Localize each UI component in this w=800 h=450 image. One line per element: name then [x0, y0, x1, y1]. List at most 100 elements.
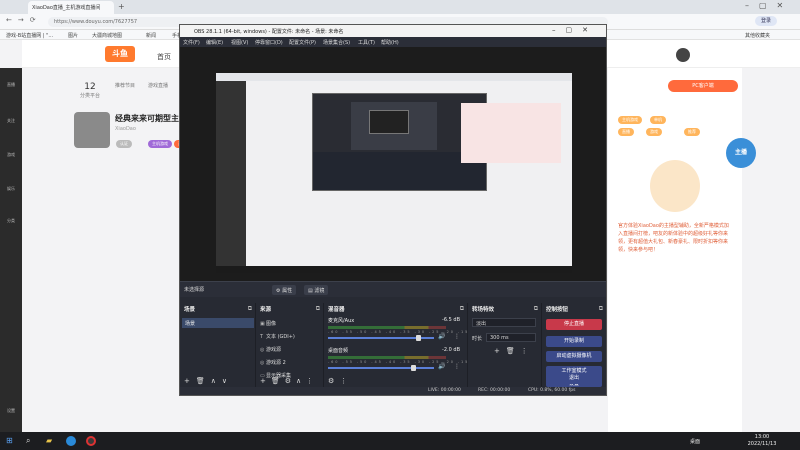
source-item[interactable]: ▣图像 [258, 318, 324, 328]
channel-db: -6.5 dB [442, 317, 460, 323]
undock-icon[interactable]: ⧉ [316, 305, 320, 313]
scene-item[interactable]: 场景 [182, 318, 254, 328]
side-item[interactable]: 娱乐 [2, 186, 20, 192]
rec-status: REC: 00:00:00 [478, 388, 511, 393]
menu-edit[interactable]: 编辑(E) [206, 39, 223, 46]
obs-taskbar-icon[interactable] [86, 436, 96, 446]
side-item[interactable]: 分类 [2, 218, 20, 224]
undock-icon[interactable]: ⧉ [248, 305, 252, 313]
transition-tools-icon[interactable]: +🗑⋮ [494, 347, 534, 355]
undock-icon[interactable]: ⧉ [599, 305, 603, 313]
mixer-channel: 桌面音频 -2.0 dB -60 -55 -50 -45 -40 -35 -30… [328, 347, 502, 377]
clock-date: 2022/11/13 [747, 441, 777, 447]
transition-select[interactable]: 淡出 [472, 318, 536, 327]
side-item[interactable]: 关注 [2, 118, 20, 124]
bookmark-item[interactable]: 大疆商城地图 [92, 32, 122, 39]
clock-time: 13:00 [754, 434, 770, 440]
start-recording-button[interactable]: 开始录制 [546, 336, 602, 347]
right-tag[interactable]: 单机 [650, 116, 666, 124]
menu-help[interactable]: 帮助(H) [381, 39, 399, 46]
right-tag[interactable]: 直播 [618, 128, 634, 136]
bookmark-item[interactable]: 图片 [68, 32, 78, 39]
profile-button[interactable]: 登录 [755, 16, 777, 26]
start-virtual-camera-button[interactable]: 启动虚拟摄像机 [546, 351, 602, 362]
right-tag[interactable]: 游戏 [646, 128, 662, 136]
duration-input[interactable]: 300 ms [486, 333, 536, 342]
properties-button[interactable]: ⚙ 属性 [272, 285, 297, 295]
source-item[interactable]: T 文本 (GDI+) [258, 331, 324, 341]
promo-text: 官方体验XiaoDao的主播型辅助，全新严格模式加入直播间打榜，吧友的新体验中的… [618, 223, 729, 253]
anchor-avatar[interactable] [74, 112, 110, 148]
desktop-label[interactable]: 桌面 [690, 438, 700, 445]
menu-docks[interactable]: 停靠窗口(D) [255, 39, 283, 46]
user-avatar[interactable] [676, 48, 690, 62]
browser-tab[interactable]: XiaoDao直播_主机游戏直播间 [28, 1, 114, 14]
obs-menu-bar: 文件(F) 编辑(E) 视图(V) 停靠窗口(D) 配置文件(P) 场景集合(S… [180, 37, 606, 47]
duration-value: 300 ms [490, 335, 509, 341]
undock-icon[interactable]: ⧉ [460, 305, 464, 313]
exit-button[interactable]: 退出 [546, 373, 602, 384]
nav-home[interactable]: 首页 [157, 52, 171, 62]
speaker-icon[interactable]: 🔊 [438, 363, 445, 370]
brand-badge: 主播 [726, 138, 756, 168]
mixer-title: 混音器 [328, 307, 345, 313]
source-label: 游戏源 [266, 347, 282, 353]
obs-preview[interactable] [180, 47, 606, 281]
side-item[interactable]: 设置 [2, 408, 20, 414]
site-logo[interactable]: 斗鱼 [105, 46, 135, 62]
meter-scale: -60 -55 -50 -45 -40 -35 -30 -25 -20 -15 … [328, 360, 502, 364]
undock-icon[interactable]: ⧉ [534, 305, 538, 313]
obs-window: OBS 28.1.1 (64-bit, windows) - 配置文件: 未命名… [179, 24, 607, 396]
file-explorer-icon[interactable]: ▰ [46, 436, 52, 445]
side-item[interactable]: 直播 [2, 82, 20, 88]
more-icon[interactable]: ⋮ [454, 363, 460, 370]
source-item[interactable]: ◎ 游戏源 [258, 344, 324, 354]
edge-icon[interactable] [66, 436, 76, 446]
menu-tools[interactable]: 工具(T) [358, 39, 375, 46]
obs-title: OBS 28.1.1 (64-bit, windows) - 配置文件: 未命名… [194, 29, 344, 35]
menu-file[interactable]: 文件(F) [183, 39, 200, 46]
preview-capture [216, 73, 572, 273]
controls-title: 控制按钮 [546, 307, 569, 313]
menu-profile[interactable]: 配置文件(P) [289, 39, 316, 46]
scene-tools-icon[interactable]: +🗑∧∨ [184, 377, 233, 385]
bookmark-item[interactable]: 游戏-B站直播网 | "... [6, 32, 53, 39]
bookmark-folder[interactable]: 其他收藏夹 [745, 32, 770, 39]
live-status: LIVE: 00:00:00 [428, 388, 461, 393]
nav-arrows-icon[interactable]: ←→⟳ [6, 16, 42, 24]
source-tools-icon[interactable]: +🗑⚙∧⋮ [260, 377, 318, 385]
site-sidebar: 直播 关注 游戏 娱乐 分类 设置 [0, 68, 22, 432]
windows-start-icon[interactable]: ⊞ [6, 436, 13, 445]
source-item[interactable]: ◎ 游戏源 2 [258, 357, 324, 367]
captured-promo [461, 103, 561, 163]
volume-meter [328, 356, 446, 359]
source-label: 游戏源 2 [266, 360, 286, 366]
bookmark-item[interactable]: 新闻 [146, 32, 156, 39]
volume-slider[interactable] [328, 367, 434, 369]
menu-scene-collection[interactable]: 场景集合(S) [323, 39, 350, 46]
speaker-icon[interactable]: 🔊 [438, 333, 445, 340]
obs-status-bar: LIVE: 00:00:00 REC: 00:00:00 CPU: 0.8%, … [180, 387, 606, 395]
anchor-name[interactable]: XiaoDao [115, 126, 136, 132]
right-tag[interactable]: 主机游戏 [618, 116, 642, 124]
right-tag[interactable]: 推荐 [684, 128, 700, 136]
captured-taskbar [216, 266, 572, 273]
filters-button[interactable]: ▤ 滤镜 [304, 285, 329, 295]
room-title: 经典来来可期型主播 [115, 114, 187, 123]
side-item[interactable]: 游戏 [2, 152, 20, 158]
stop-streaming-button[interactable]: 停止直播 [546, 319, 602, 330]
source-toolbar: 未选择源 ⚙ 属性 ▤ 滤镜 [180, 281, 606, 297]
mixer-tools-icon[interactable]: ⚙⋮ [328, 377, 353, 385]
search-icon[interactable]: ⌕ [26, 436, 30, 446]
more-icon[interactable]: ⋮ [454, 333, 460, 340]
window-controls-icon[interactable]: –▢✕ [745, 1, 793, 10]
volume-knob[interactable] [416, 335, 422, 341]
volume-knob[interactable] [410, 365, 416, 371]
system-clock[interactable]: 13:00 2022/11/13 [742, 434, 782, 448]
obs-window-controls-icon[interactable]: –▢✕ [552, 26, 598, 34]
source-label: 图像 [266, 321, 277, 327]
pc-client-button[interactable]: PC客户端 [668, 80, 738, 92]
new-tab-icon[interactable]: + [118, 2, 125, 11]
transitions-title: 转场特效 [472, 307, 495, 313]
menu-view[interactable]: 视图(V) [231, 39, 248, 46]
